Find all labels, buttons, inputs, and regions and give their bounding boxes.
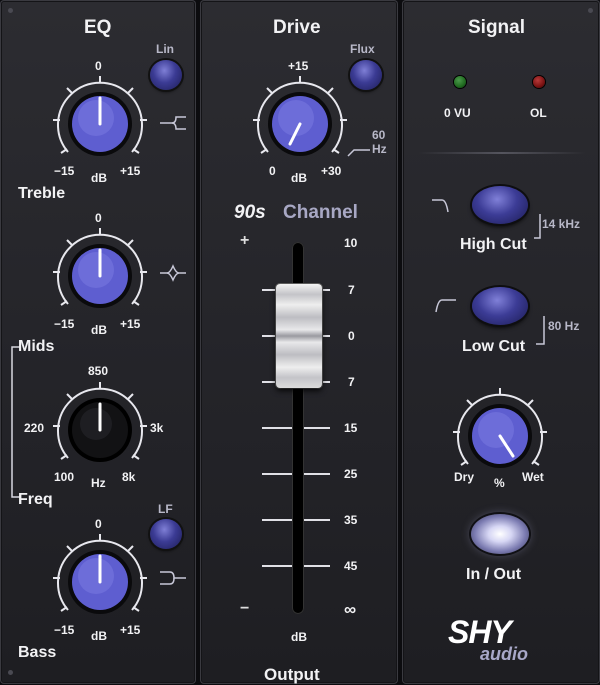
mids-scale-top: 0 xyxy=(95,211,102,225)
treble-shelf-icon xyxy=(160,116,186,130)
drive-hz-value: 60 xyxy=(372,128,386,142)
eq-title: EQ xyxy=(84,17,112,38)
fader-scale-0: 10 xyxy=(344,236,358,250)
low-cut-button[interactable] xyxy=(472,287,528,325)
mix-max: Wet xyxy=(522,470,544,484)
high-cut-button[interactable] xyxy=(472,186,528,224)
screw xyxy=(588,8,593,13)
freq-scale-right: 3k xyxy=(150,421,164,435)
drive-knob[interactable] xyxy=(250,74,350,174)
treble-scale-min: −15 xyxy=(54,164,75,178)
bass-label: Bass xyxy=(18,644,57,661)
drive-hz-unit: Hz xyxy=(372,142,387,156)
flux-label: Flux xyxy=(350,42,375,56)
freq-scale-top: 850 xyxy=(88,364,109,378)
bass-unit: dB xyxy=(91,629,107,643)
vu-led xyxy=(454,76,466,88)
mids-knob[interactable] xyxy=(50,226,150,326)
fader-scale-3: 7 xyxy=(348,375,355,389)
signal-title: Signal xyxy=(468,17,526,38)
treble-scale-top: 0 xyxy=(95,59,102,73)
mids-label: Mids xyxy=(18,338,55,355)
channel-word: Channel xyxy=(283,202,358,223)
bass-scale-max: +15 xyxy=(120,623,141,637)
ol-label: OL xyxy=(530,106,547,120)
freq-unit: Hz xyxy=(91,476,106,490)
freq-knob[interactable] xyxy=(50,380,150,480)
bass-scale-top: 0 xyxy=(95,517,102,531)
low-cut-curve-icon xyxy=(435,299,456,313)
fader-scale-5: 25 xyxy=(344,467,358,481)
fader-scale-4: 15 xyxy=(344,421,358,435)
screw xyxy=(8,8,13,13)
mix-min: Dry xyxy=(454,470,475,484)
screw xyxy=(8,670,13,675)
treble-unit: dB xyxy=(91,171,107,185)
fader-scale-7: 45 xyxy=(344,559,358,573)
treble-scale-max: +15 xyxy=(120,164,141,178)
treble-knob[interactable] xyxy=(50,74,150,174)
lin-button[interactable] xyxy=(150,60,182,90)
eq-panel: EQ Lin LF 0 −15 dB +15 Treble 0 −15 dB +… xyxy=(0,0,196,684)
drive-title: Drive xyxy=(273,17,321,38)
high-cut-curve-icon xyxy=(432,199,449,213)
freq-scale-left: 220 xyxy=(24,421,45,435)
vu-label: 0 VU xyxy=(444,106,471,120)
lin-label: Lin xyxy=(156,42,174,56)
freq-label: Freq xyxy=(18,491,53,508)
high-cut-bracket xyxy=(534,214,541,239)
bass-shelf-icon xyxy=(160,571,186,585)
drive-scale-top: +15 xyxy=(288,59,309,73)
bass-knob[interactable] xyxy=(50,532,150,632)
brand-sub: audio xyxy=(480,644,528,664)
lf-button[interactable] xyxy=(150,519,182,549)
freq-scale-max: 8k xyxy=(122,470,136,484)
low-cut-bracket xyxy=(536,316,545,345)
fader-scale-8: ∞ xyxy=(344,600,357,619)
drive-unit: dB xyxy=(291,171,307,185)
mids-bell-icon xyxy=(160,264,186,282)
high-cut-label: High Cut xyxy=(460,236,527,253)
mix-unit: % xyxy=(494,476,505,490)
freq-scale-min: 100 xyxy=(54,470,75,484)
drive-scale-max: +30 xyxy=(321,164,342,178)
mids-unit: dB xyxy=(91,323,107,337)
drive-scale-min: 0 xyxy=(269,164,276,178)
drive-panel: Drive Flux +15 0 dB +30 60 Hz 90s Channe… xyxy=(200,0,398,684)
channel-brand: 90s xyxy=(234,202,266,223)
fader-scale-1: 7 xyxy=(348,283,355,297)
mids-scale-min: −15 xyxy=(54,317,75,331)
output-label: Output xyxy=(264,665,320,684)
in-out-label: In / Out xyxy=(466,566,522,583)
fader-scale-6: 35 xyxy=(344,513,358,527)
output-fader-handle[interactable] xyxy=(276,284,322,388)
bass-scale-min: −15 xyxy=(54,623,75,637)
in-out-button[interactable] xyxy=(471,514,529,554)
low-cut-label: Low Cut xyxy=(462,338,526,355)
flux-button[interactable] xyxy=(350,60,382,90)
separator xyxy=(418,152,586,154)
mids-scale-max: +15 xyxy=(120,317,141,331)
fader-scale-2: 0 xyxy=(348,329,355,343)
signal-panel: Signal 0 VU OL 14 kHz High Cut 80 Hz Low… xyxy=(402,0,600,684)
output-unit: dB xyxy=(291,630,307,644)
lf-label: LF xyxy=(158,502,173,516)
ol-led xyxy=(533,76,545,88)
treble-label: Treble xyxy=(18,185,66,202)
